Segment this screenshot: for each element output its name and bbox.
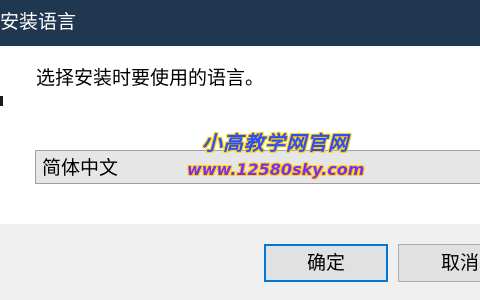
watermark-url: www.12580sky.com xyxy=(187,160,365,179)
left-edge-marker xyxy=(0,96,3,106)
language-select-value: 简体中文 xyxy=(42,157,119,179)
ok-button[interactable]: 确定 xyxy=(264,244,388,282)
watermark-site-name: 小高教学网官网 xyxy=(202,131,349,155)
title-bar: 安装语言 xyxy=(0,0,480,46)
language-prompt: 选择安装时要使用的语言。 xyxy=(36,67,265,89)
window-title: 安装语言 xyxy=(0,11,77,33)
cancel-button[interactable]: 取消 xyxy=(398,244,480,282)
